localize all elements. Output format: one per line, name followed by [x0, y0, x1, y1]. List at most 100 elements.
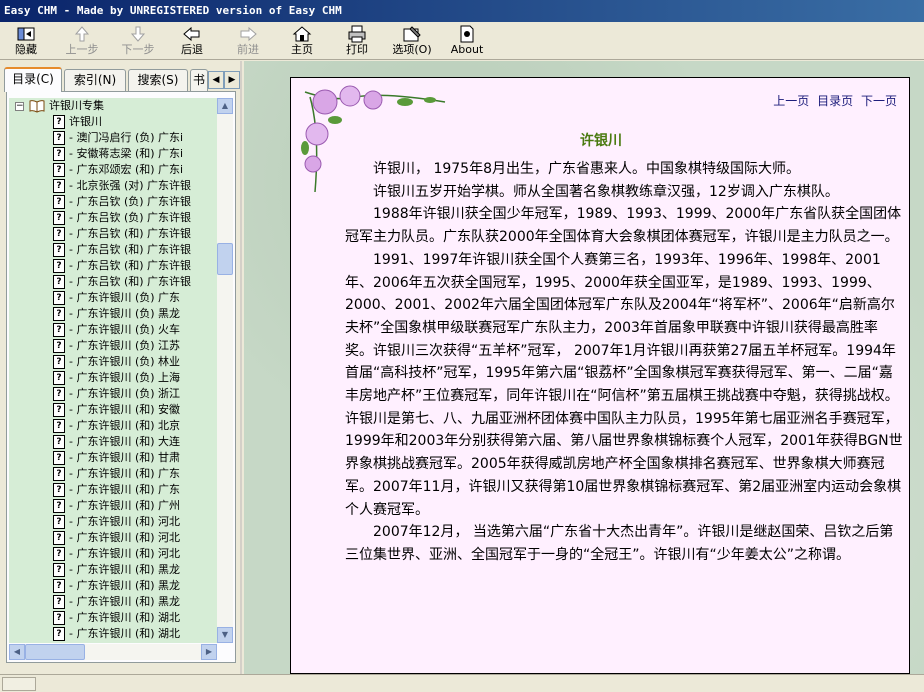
tab-bookmarks[interactable]: 书 [190, 69, 208, 91]
forward-button[interactable]: 前进 [230, 24, 266, 58]
tab-scroll-right-button[interactable]: ▶ [224, 71, 240, 89]
scroll-right-button[interactable]: ▶ [201, 644, 217, 660]
tree-item-label: - 广东吕钦 (负) 广东许银 [69, 195, 192, 208]
about-icon [460, 25, 474, 43]
help-page-icon: ? [53, 627, 65, 641]
tree-item-label: - 广东许银川 (和) 甘肃 [69, 451, 181, 464]
hide-button[interactable]: 隐藏 [6, 24, 46, 58]
tree-item-label: - 广东许银川 (负) 浙江 [69, 387, 181, 400]
tree-item-label: - 广东许银川 (和) 黑龙 [69, 595, 181, 608]
tree-item-label: - 北京张强 (对) 广东许银 [69, 179, 192, 192]
tree-vertical-scrollbar[interactable]: ▲ ▼ [217, 98, 233, 643]
back-button[interactable]: 后退 [174, 24, 210, 58]
tree-item-label: - 广东许银川 (和) 河北 [69, 531, 181, 544]
help-page-icon: ? [53, 115, 65, 129]
window-title: Easy CHM - Made by UNREGISTERED version … [4, 4, 342, 17]
toolbar: 隐藏 上一步 下一步 后退 前进 主页 打印 选项(O) About [0, 22, 924, 60]
down-arrow-icon [130, 26, 146, 42]
vertical-scroll-thumb[interactable] [217, 243, 233, 275]
help-page-icon: ? [53, 483, 65, 497]
tree-horizontal-scrollbar[interactable]: ◀ ▶ [9, 644, 217, 660]
scroll-up-button[interactable]: ▲ [217, 98, 233, 114]
help-page-icon: ? [53, 547, 65, 561]
prev-page-link[interactable]: 上一页 [773, 94, 809, 108]
help-page-icon: ? [53, 355, 65, 369]
print-button[interactable]: 打印 [340, 24, 374, 58]
scroll-down-button[interactable]: ▼ [217, 627, 233, 643]
horizontal-scroll-thumb[interactable] [25, 644, 85, 660]
help-page-icon: ? [53, 227, 65, 241]
back-icon [183, 26, 200, 42]
tree-item-label: - 广东许银川 (负) 江苏 [69, 339, 181, 352]
help-page-icon: ? [53, 531, 65, 545]
page-title: 许银川 [580, 133, 622, 149]
tree-item-label: - 广东许银川 (和) 大连 [69, 435, 181, 448]
help-page-icon: ? [53, 211, 65, 225]
tab-scroll-left-button[interactable]: ◀ [208, 71, 224, 89]
tree-item-label: - 广东许银川 (负) 火车 [69, 323, 181, 336]
about-button[interactable]: About [450, 24, 484, 58]
up-arrow-icon [74, 26, 90, 42]
next-topic-button[interactable]: 下一步 [116, 24, 160, 58]
tab-search[interactable]: 搜索(S) [128, 69, 188, 91]
contents-tree: − 许银川专集? 许银川? - 澳门冯启行 (负) 广东i? - 安徽蒋志梁 (和) 广… [9, 98, 217, 643]
scroll-left-button[interactable]: ◀ [9, 644, 25, 660]
help-page-icon: ? [53, 275, 65, 289]
help-page-icon: ? [53, 195, 65, 209]
help-page-icon: ? [53, 387, 65, 401]
options-button[interactable]: 选项(O) [388, 24, 436, 58]
forward-icon [240, 26, 257, 42]
help-page-icon: ? [53, 339, 65, 353]
previous-topic-button[interactable]: 上一步 [60, 24, 104, 58]
content-pane: 上一页 目录页 下一页 许银川 许银川， 1975年8月出生，广东省惠来人。中国… [244, 61, 924, 674]
help-page-icon: ? [53, 323, 65, 337]
options-icon [403, 26, 421, 42]
help-page-icon: ? [53, 243, 65, 257]
paragraph: 2007年12月， 当选第六届“广东省十大杰出青年”。许银川是继赵国荣、吕钦之后… [345, 524, 894, 563]
tree-item-label: - 广东许银川 (负) 上海 [69, 371, 181, 384]
document-page: 上一页 目录页 下一页 许银川 许银川， 1975年8月出生，广东省惠来人。中国… [290, 77, 910, 674]
help-page-icon: ? [53, 291, 65, 305]
paragraph: 1991、1997年许银川获全国个人赛第三名，1993年、1996年、1998年… [345, 251, 903, 518]
collapse-icon[interactable]: − [15, 102, 24, 111]
tree-item-label: - 广东吕钦 (负) 广东许银 [69, 211, 192, 224]
tree-item-label: - 广东许银川 (和) 黑龙 [69, 579, 181, 592]
navigation-pane: 目录(C) 索引(N) 搜索(S) 书 ◀ ▶ − 许银川专集? 许银川? - 澳门冯… [0, 61, 242, 674]
tree-item-label: - 广东许银川 (和) 广东 [69, 467, 181, 480]
help-page-icon: ? [53, 163, 65, 177]
window-title-bar: Easy CHM - Made by UNREGISTERED version … [0, 0, 924, 22]
tree-item-label: - 广东吕钦 (和) 广东许银 [69, 259, 192, 272]
tree-item-label: - 广东吕钦 (和) 广东许银 [69, 275, 192, 288]
help-page-icon: ? [53, 515, 65, 529]
tree-item-label: - 澳门冯启行 (负) 广东i [69, 131, 184, 144]
tree-item-label: - 广东许银川 (和) 湖北 [69, 611, 181, 624]
tree-item-label: - 广东许银川 (和) 湖北 [69, 627, 181, 640]
help-page-icon: ? [53, 403, 65, 417]
tab-contents[interactable]: 目录(C) [4, 67, 62, 92]
tree-item-label: - 广东许银川 (和) 广东 [69, 483, 181, 496]
hide-icon [17, 27, 35, 41]
toc-page-link[interactable]: 目录页 [817, 94, 853, 108]
tree-root-label: 许银川专集 [49, 99, 104, 112]
help-page-icon: ? [53, 579, 65, 593]
contents-tree-box: − 许银川专集? 许银川? - 澳门冯启行 (负) 广东i? - 安徽蒋志梁 (和) 广… [6, 91, 236, 663]
help-page-icon: ? [53, 371, 65, 385]
tree-item-label: - 广东邓颂宏 (和) 广东i [69, 163, 184, 176]
nav-tabs: 目录(C) 索引(N) 搜索(S) 书 ◀ ▶ [4, 67, 240, 92]
tree-item-label: - 安徽蒋志梁 (和) 广东i [69, 147, 184, 160]
page-navigation: 上一页 目录页 下一页 [769, 92, 897, 109]
home-button[interactable]: 主页 [286, 24, 318, 58]
help-page-icon: ? [53, 179, 65, 193]
tree-item-label: - 广东许银川 (负) 林业 [69, 355, 181, 368]
tree-item-label: - 广东许银川 (和) 河北 [69, 515, 181, 528]
tree-item-label: - 广东吕钦 (和) 广东许银 [69, 243, 192, 256]
home-icon [292, 26, 312, 42]
paragraph: 许银川， 1975年8月出生，广东省惠来人。中国象棋特级国际大师。 [373, 161, 800, 177]
help-page-icon: ? [53, 563, 65, 577]
next-page-link[interactable]: 下一页 [861, 94, 897, 108]
tree-item-label: - 广东许银川 (负) 黑龙 [69, 307, 181, 320]
help-page-icon: ? [53, 147, 65, 161]
tab-index[interactable]: 索引(N) [64, 69, 126, 91]
status-bar [0, 674, 924, 692]
help-page-icon: ? [53, 611, 65, 625]
